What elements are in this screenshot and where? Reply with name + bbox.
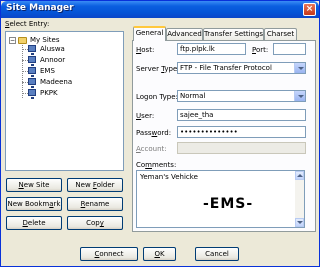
tab-advanced[interactable]: Advanced: [166, 28, 203, 40]
tab-general[interactable]: General: [133, 26, 166, 41]
logon-type-label: Logon Type:: [136, 93, 178, 101]
folder-icon: [18, 37, 27, 44]
scrollbar-track[interactable]: [295, 180, 304, 218]
delete-button[interactable]: Delete: [6, 216, 62, 230]
comments-line: Yeman's Vehicke: [140, 173, 198, 181]
copy-button[interactable]: Copy: [67, 216, 123, 230]
tree-item-aluswa[interactable]: Aluswa: [40, 45, 65, 54]
tree-item-madeena[interactable]: Madeena: [40, 78, 72, 87]
host-input[interactable]: ftp.plpk.lk: [177, 43, 246, 55]
window-title: Site Manager: [6, 3, 74, 13]
tree-root-my-sites[interactable]: My Sites: [30, 36, 60, 45]
comments-textarea[interactable]: Yeman's Vehicke -EMS-: [136, 170, 305, 228]
site-icon: [28, 89, 36, 99]
scroll-down-icon[interactable]: [295, 218, 304, 227]
ok-button[interactable]: OK: [143, 247, 176, 261]
port-label: Port:: [252, 46, 269, 54]
connect-button[interactable]: Connect: [80, 247, 138, 261]
tree-item-pkpk[interactable]: PKPK: [40, 89, 58, 98]
close-button[interactable]: ×: [303, 3, 316, 16]
logon-type-select[interactable]: Normal: [177, 90, 306, 102]
site-manager-window: Site Manager × Select Entry: − My Sites …: [0, 0, 320, 267]
collapse-toggle-icon[interactable]: −: [9, 37, 16, 44]
tab-charset[interactable]: Charset: [264, 28, 297, 40]
logon-type-value: Normal: [180, 92, 206, 100]
password-input[interactable]: ••••••••••••••: [177, 126, 306, 138]
server-type-value: FTP - File Transfer Protocol: [180, 64, 272, 72]
comments-ems-text: -EMS-: [203, 196, 254, 212]
site-icon: [28, 45, 36, 55]
user-label: User:: [136, 112, 155, 120]
password-label: Password:: [136, 129, 172, 137]
user-input[interactable]: sajee_tha: [177, 109, 306, 121]
account-input[interactable]: [177, 142, 306, 154]
new-bookmark-button[interactable]: New Bookmark: [6, 197, 62, 211]
site-tree[interactable]: − My Sites Aluswa Annoor EMS Madeena PKP…: [5, 31, 124, 171]
site-icon: [28, 67, 36, 77]
chevron-down-icon[interactable]: [294, 91, 305, 101]
title-bar[interactable]: Site Manager ×: [1, 1, 319, 18]
site-icon: [28, 56, 36, 66]
new-site-button[interactable]: New Site: [6, 178, 62, 192]
comments-label: Comments:: [136, 161, 177, 169]
chevron-down-icon[interactable]: [294, 63, 305, 73]
tab-transfer-settings[interactable]: Transfer Settings: [203, 28, 264, 40]
rename-button[interactable]: Rename: [67, 197, 123, 211]
server-type-select[interactable]: FTP - File Transfer Protocol: [177, 62, 306, 74]
cancel-button[interactable]: Cancel: [195, 247, 239, 261]
tree-item-ems[interactable]: EMS: [40, 67, 55, 76]
port-input[interactable]: [273, 43, 306, 55]
tree-item-annoor[interactable]: Annoor: [40, 56, 65, 65]
select-entry-label: Select Entry:: [5, 20, 50, 28]
server-type-label: Server Type:: [136, 65, 180, 73]
site-icon: [28, 78, 36, 88]
host-label: Host:: [136, 46, 155, 54]
new-folder-button[interactable]: New Folder: [67, 178, 123, 192]
scroll-up-icon[interactable]: [295, 171, 304, 180]
account-label: Account:: [136, 145, 167, 153]
